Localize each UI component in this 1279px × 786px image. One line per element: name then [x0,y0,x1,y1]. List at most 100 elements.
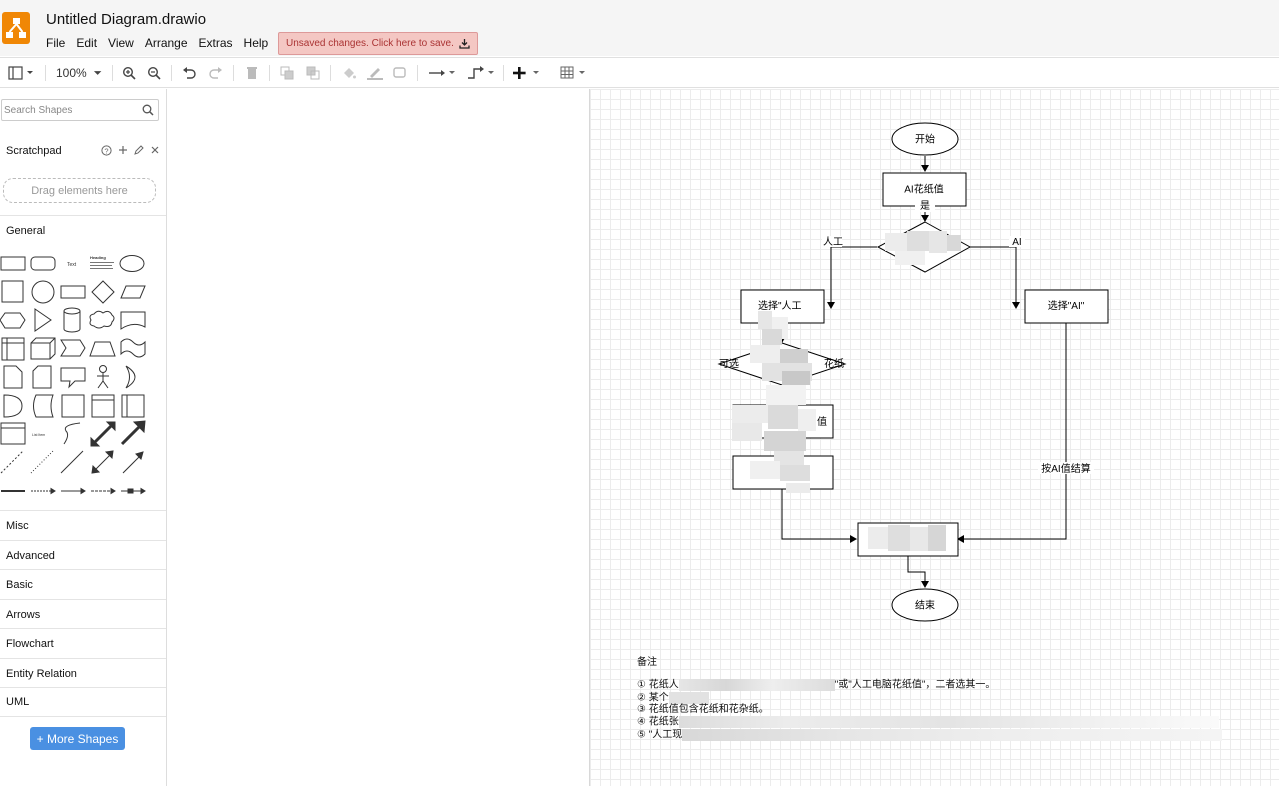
edge-merge-to-end[interactable] [907,556,929,588]
shape-triangle[interactable] [34,308,52,332]
shape-trapezoid[interactable] [89,341,116,357]
shape-process[interactable] [60,285,86,299]
shape-vertical-container[interactable] [121,394,145,418]
shape-tape[interactable] [120,338,146,358]
waypoints-dropdown[interactable] [466,64,496,82]
delete-button[interactable] [244,64,260,82]
shape-list[interactable] [0,422,26,445]
shape-cloud[interactable] [89,310,115,329]
shape-list-item[interactable]: List Item [32,433,45,437]
section-advanced[interactable]: Advanced [0,540,166,570]
search-icon[interactable] [142,104,154,116]
shape-step[interactable] [60,339,86,357]
line-color-button[interactable] [366,64,384,82]
shape-note[interactable] [3,365,23,389]
help-icon[interactable]: ? [101,145,112,156]
shape-rectangle[interactable] [0,256,26,271]
menu-bar: File Edit View Arrange Extras Help [46,36,279,50]
scratchpad-drop-zone[interactable]: Drag elements here [3,178,156,203]
shape-diamond[interactable] [91,280,115,304]
edge-decision-to-ai[interactable] [970,246,1020,309]
section-general[interactable]: General [0,215,166,245]
shadow-button[interactable] [392,64,408,82]
menu-view[interactable]: View [108,36,134,50]
zoom-in-button[interactable] [121,64,137,82]
edge-left-to-merge[interactable] [781,489,857,543]
toolbar: 100% [0,57,1279,88]
section-arrows[interactable]: Arrows [0,599,166,629]
edge-decision-to-manual[interactable] [827,246,877,309]
pencil-icon [367,68,383,80]
section-misc[interactable]: Misc [0,510,166,540]
more-shapes-button[interactable]: + More Shapes [30,727,125,750]
connection-style-dropdown[interactable] [427,64,457,82]
shape-container[interactable] [61,394,85,418]
drawio-logo[interactable] [2,12,30,44]
add-icon[interactable] [118,145,128,155]
menu-help[interactable]: Help [244,36,269,50]
menu-arrange[interactable]: Arrange [145,36,188,50]
menu-edit[interactable]: Edit [76,36,97,50]
shape-line[interactable] [60,450,84,474]
edge-ai-to-merge[interactable] [957,323,1067,543]
document-title[interactable]: Untitled Diagram.drawio [46,11,206,28]
shape-heading-text[interactable]: Heading [90,255,114,269]
table-dropdown[interactable] [559,64,589,82]
fill-color-button[interactable] [341,64,357,82]
shape-ellipse[interactable] [119,255,145,272]
shape-dashed-line[interactable] [0,450,24,474]
shape-bidirectional-connector[interactable] [91,450,114,474]
zoom-out-button[interactable] [146,64,162,82]
shape-link-arrow-b[interactable] [61,487,86,495]
menu-file[interactable]: File [46,36,65,50]
redo-button[interactable] [208,64,224,82]
shape-data-storage[interactable] [33,394,54,418]
label-ai-value: AI花纸值 [904,183,943,196]
shape-bidirectional-arrow[interactable] [90,421,116,447]
section-flowchart[interactable]: Flowchart [0,628,166,658]
shape-link-arrow-c[interactable] [91,487,116,495]
shape-rounded-rectangle[interactable] [30,256,56,271]
label-yes: 是 [920,200,930,212]
shape-circle[interactable] [31,280,55,304]
notes-block[interactable]: 备注 ① 花纸人 "或"人工电脑花纸值"，二者选其一。 ② 某个 ③ 花纸值包含花… [637,657,1223,742]
canvas-background[interactable] [168,89,589,786]
format-panel-toggle[interactable] [6,64,36,82]
section-uml[interactable]: UML [0,687,166,717]
section-entity-relation[interactable]: Entity Relation [0,658,166,688]
close-icon[interactable] [150,145,160,155]
shape-dotted-line[interactable] [30,450,54,474]
to-front-button[interactable] [279,64,295,82]
diagram-canvas[interactable]: 开始 AI花纸值 是 人工 AI 选择"人工 选择"AI" 可选 花纸 值 按A… [589,89,1279,786]
section-uml-label: UML [6,696,30,708]
shape-square[interactable] [1,280,24,303]
shape-hexagon[interactable] [0,312,26,329]
shape-actor[interactable] [97,365,109,389]
shape-text[interactable]: Text [67,262,77,268]
shape-arrow[interactable] [120,420,146,446]
insert-dropdown[interactable] [512,64,542,82]
zoom-dropdown[interactable]: 100% [56,64,102,82]
shape-cylinder[interactable] [63,307,81,333]
shape-link-arrow-d[interactable] [121,487,146,495]
shape-curve[interactable] [63,422,81,445]
shape-delay[interactable] [3,394,23,418]
shape-card[interactable] [32,365,52,389]
to-back-button[interactable] [305,64,321,82]
shape-parallelogram[interactable] [120,285,146,299]
shape-directional-connector[interactable] [122,451,144,474]
shape-document[interactable] [120,311,146,330]
shape-cube[interactable] [30,337,56,360]
search-input[interactable] [2,100,142,120]
edit-icon[interactable] [134,145,144,155]
shape-internal-storage[interactable] [1,337,25,361]
menu-extras[interactable]: Extras [199,36,233,50]
shape-swimlane[interactable] [91,394,115,418]
shape-or[interactable] [125,365,136,389]
shape-link-arrow-a[interactable] [31,487,56,495]
undo-button[interactable] [181,64,197,82]
trash-icon [247,67,257,79]
unsaved-changes-button[interactable]: Unsaved changes. Click here to save. [278,32,478,55]
section-basic[interactable]: Basic [0,569,166,599]
shape-callout[interactable] [60,367,86,389]
